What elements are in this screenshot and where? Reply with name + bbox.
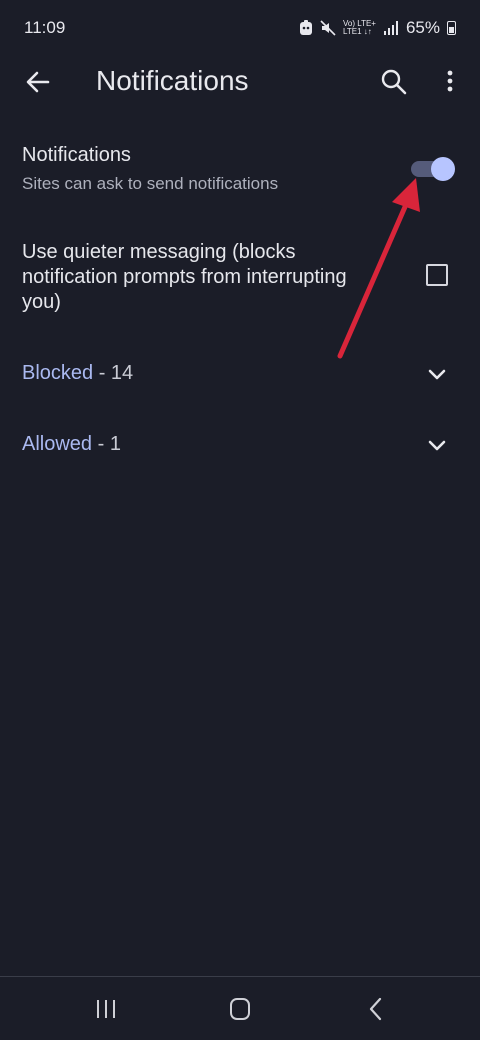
chevron-down-icon[interactable]	[427, 435, 447, 455]
blocked-section-header[interactable]: Blocked - 14	[0, 352, 480, 396]
page-title: Notifications	[96, 65, 249, 96]
home-icon[interactable]	[223, 995, 257, 1023]
search-icon[interactable]	[380, 68, 408, 96]
network-type: Vo) LTE+ LTE1 ↓↑	[342, 19, 376, 36]
nav-back-icon[interactable]	[359, 995, 393, 1023]
lock-app-icon	[299, 20, 312, 35]
app-bar: Notifications	[0, 56, 480, 108]
allowed-section-label: Allowed - 1	[22, 433, 121, 455]
quiet-messaging-row[interactable]: Use quieter messaging (blocks notificati…	[0, 238, 480, 322]
toggle-thumb	[431, 157, 455, 181]
allowed-section-header[interactable]: Allowed - 1	[0, 423, 480, 467]
notifications-setting-title: Notifications	[22, 144, 131, 166]
mute-icon	[320, 20, 336, 36]
status-time: 11:09	[24, 18, 66, 37]
chevron-down-icon[interactable]	[427, 364, 447, 384]
quiet-messaging-checkbox[interactable]	[426, 264, 448, 286]
system-nav-bar	[0, 976, 480, 1040]
notifications-toggle[interactable]	[411, 157, 455, 181]
battery-icon	[447, 21, 456, 35]
blocked-section-label: Blocked - 14	[22, 362, 134, 384]
recents-icon[interactable]	[89, 995, 123, 1023]
more-vert-icon[interactable]	[440, 68, 460, 96]
signal-icon	[383, 21, 398, 35]
notifications-setting-subtitle: Sites can ask to send notifications	[22, 174, 279, 193]
back-arrow-icon[interactable]	[22, 68, 54, 96]
notifications-setting-row[interactable]: Notifications Sites can ask to send noti…	[0, 140, 480, 210]
status-bar: 11:09 Vo) LTE+ LTE1 ↓↑ 65%	[0, 0, 480, 56]
battery-percent: 65%	[405, 18, 440, 37]
quiet-messaging-label: Use quieter messaging (blocks notificati…	[22, 241, 347, 313]
status-icons: Vo) LTE+ LTE1 ↓↑ 65%	[299, 18, 456, 38]
